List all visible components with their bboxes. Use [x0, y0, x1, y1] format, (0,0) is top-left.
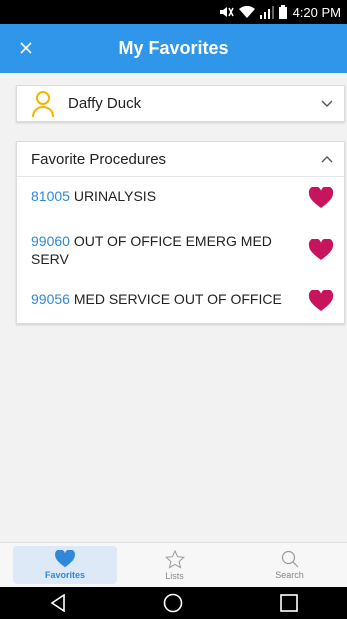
procedure-text: 99060 OUT OF OFFICE EMERG MED SERV: [31, 232, 303, 268]
procedure-code[interactable]: 99060: [31, 233, 70, 249]
heart-icon[interactable]: [308, 239, 334, 261]
recents-button[interactable]: [269, 587, 309, 619]
bottom-tab-bar: Favorites Lists Search: [0, 542, 347, 587]
heart-icon[interactable]: [308, 290, 334, 312]
battery-icon: [278, 5, 287, 19]
patient-selector[interactable]: Daffy Duck: [16, 85, 345, 122]
procedure-code[interactable]: 81005: [31, 188, 70, 204]
patient-name: Daffy Duck: [68, 95, 142, 112]
tab-label: Favorites: [44, 570, 86, 580]
home-icon: [164, 593, 183, 613]
favorite-procedures-header[interactable]: Favorite Procedures: [17, 142, 344, 177]
status-icons: [218, 5, 287, 19]
back-icon: [50, 594, 65, 612]
close-icon: [20, 42, 32, 54]
patient-dropdown-toggle[interactable]: [310, 85, 344, 122]
status-time: 4:20 PM: [292, 4, 341, 20]
tab-label: Search: [275, 570, 304, 580]
tab-favorites[interactable]: Favorites: [13, 546, 117, 584]
tab-search[interactable]: Search: [232, 543, 347, 587]
app-bar: My Favorites: [0, 24, 347, 73]
system-navigation-bar: [0, 587, 347, 619]
mute-icon: [219, 7, 234, 17]
signal-icon: [259, 5, 274, 19]
collapse-toggle[interactable]: [310, 141, 344, 178]
user-icon: [32, 90, 54, 117]
procedure-description: URINALYSIS: [73, 188, 157, 204]
tab-label: Lists: [165, 570, 184, 581]
search-icon: [281, 550, 298, 568]
close-button[interactable]: [14, 36, 38, 60]
tab-lists[interactable]: Lists: [117, 543, 232, 587]
chevron-up-icon: [321, 156, 333, 163]
procedure-code[interactable]: 99056: [31, 291, 70, 307]
home-button[interactable]: [153, 587, 193, 619]
wifi-icon: [238, 5, 255, 18]
procedure-row[interactable]: 99056 MED SERVICE OUT OF OFFICE: [17, 290, 346, 311]
procedure-description: MED SERVICE OUT OF OFFICE: [73, 291, 282, 307]
procedure-row[interactable]: 81005 URINALYSIS: [17, 187, 346, 208]
star-icon: [164, 549, 185, 569]
procedure-text: 81005 URINALYSIS: [31, 187, 303, 205]
recents-icon: [280, 594, 298, 612]
heart-icon[interactable]: [308, 187, 334, 209]
status-bar: 4:20 PM: [0, 0, 347, 24]
heart-icon: [55, 550, 75, 568]
procedure-row[interactable]: 99060 OUT OF OFFICE EMERG MED SERV: [17, 232, 346, 268]
favorite-procedures-card: Favorite Procedures 81005 URINALYSIS 990…: [16, 141, 345, 324]
chevron-down-icon: [321, 100, 333, 107]
section-title: Favorite Procedures: [31, 150, 167, 168]
back-button[interactable]: [38, 587, 78, 619]
procedure-text: 99056 MED SERVICE OUT OF OFFICE: [31, 290, 303, 308]
page-title: My Favorites: [118, 38, 229, 58]
